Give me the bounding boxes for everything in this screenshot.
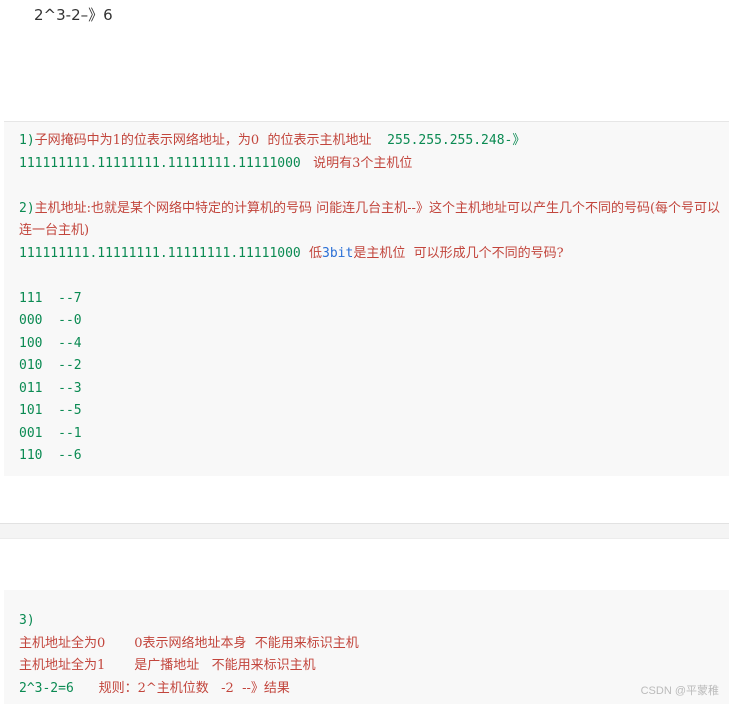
bit-value: --1 [42,425,82,441]
bit-pattern: 111 [19,290,43,306]
code-number: 255.255.255.248-》 [371,133,526,148]
bit-pair-row: 011 --3 [19,378,729,401]
bit-value: --4 [42,335,82,351]
bit-pattern: 100 [19,335,43,351]
code-line-6: 111111111.11111111.11111111.11111000 低3b… [19,243,729,266]
code-line-4: 2^3-2=6 规则：2^主机位数 -2 --》结果 [19,678,729,701]
bit-pair-row: 101 --5 [19,400,729,423]
bit-pair-row: 001 --1 [19,423,729,446]
section-divider [0,523,729,539]
bit-value: --7 [42,290,82,306]
watermark: CSDN @平蒙稚 [640,685,719,697]
bit-pair-row: 110 --6 [19,445,729,468]
code-number: 1) [19,133,35,148]
code-line-2: 主机地址全为0 0表示网络地址本身 不能用来标识主机 [19,633,729,656]
code-number: 111111111.11111111.11111111.11111000 [19,155,301,171]
code-comment: 主机地址全为0 [19,635,106,651]
code-comment: 是主机位 可以形成几个不同的号码? [353,245,564,261]
code-comment: 是广播地址 不能用来标识主机 [105,658,316,673]
bit-value: --3 [42,380,82,396]
code-number: 2) [19,200,35,216]
code-comment: 低 [300,245,323,261]
bit-pattern: 010 [19,358,43,373]
bit-pattern: 001 [19,425,43,441]
code-number: 3) [19,613,35,628]
formula-heading: 2^3-2–》6 [34,6,113,24]
code-comment: 0表示网络地址本身 不能用来标识主机 [105,635,359,651]
code-comment: 主机地址:也就是某个网络中特定的计算机的号码 问能连几台主机--》这个主机地址可… [19,200,721,239]
bit-pattern: 101 [19,403,43,418]
bit-value: --5 [42,403,82,418]
bit-value: --0 [42,313,82,328]
code-line-2: 111111111.11111111.11111111.11111000 说明有… [19,153,729,176]
code-line-1: 1)子网掩码中为1的位表示网络地址，为0 的位表示主机地址 255.255.25… [19,130,729,153]
bit-value: --6 [42,448,82,463]
code-number: 2^3-2=6 [19,680,74,696]
code-comment: 规则：2^主机位数 -2 --》结果 [73,680,290,696]
code-line-4: 2)主机地址:也就是某个网络中特定的计算机的号码 问能连几台主机--》这个主机地… [19,198,729,243]
bit-pair-row: 100 --4 [19,333,729,356]
code-line-1: 3) [19,610,729,633]
bit-pattern: 011 [19,380,43,396]
code-block-subnet: 1)子网掩码中为1的位表示网络地址，为0 的位表示主机地址 255.255.25… [4,121,729,476]
code-comment: 子网掩码中为1的位表示网络地址，为0 的位表示主机地址 [34,133,372,148]
bit-pair-row: 010 --2 [19,355,729,378]
bit-pair-row: 000 --0 [19,310,729,333]
bit-pattern: 110 [19,448,43,463]
code-comment: 主机地址全为1 [19,658,106,673]
bit-pattern: 000 [19,313,43,328]
bit-value: --2 [42,358,82,373]
code-line-3: 主机地址全为1 是广播地址 不能用来标识主机 [19,655,729,678]
code-block-rules: 3) 主机地址全为0 0表示网络地址本身 不能用来标识主机 主机地址全为1 是广… [4,590,729,704]
bit-pair-row: 111 --7 [19,288,729,311]
code-comment: 说明有3个主机位 [300,155,413,171]
code-number: 111111111.11111111.11111111.11111000 [19,245,301,261]
code-keyword: 3bit [322,245,354,261]
